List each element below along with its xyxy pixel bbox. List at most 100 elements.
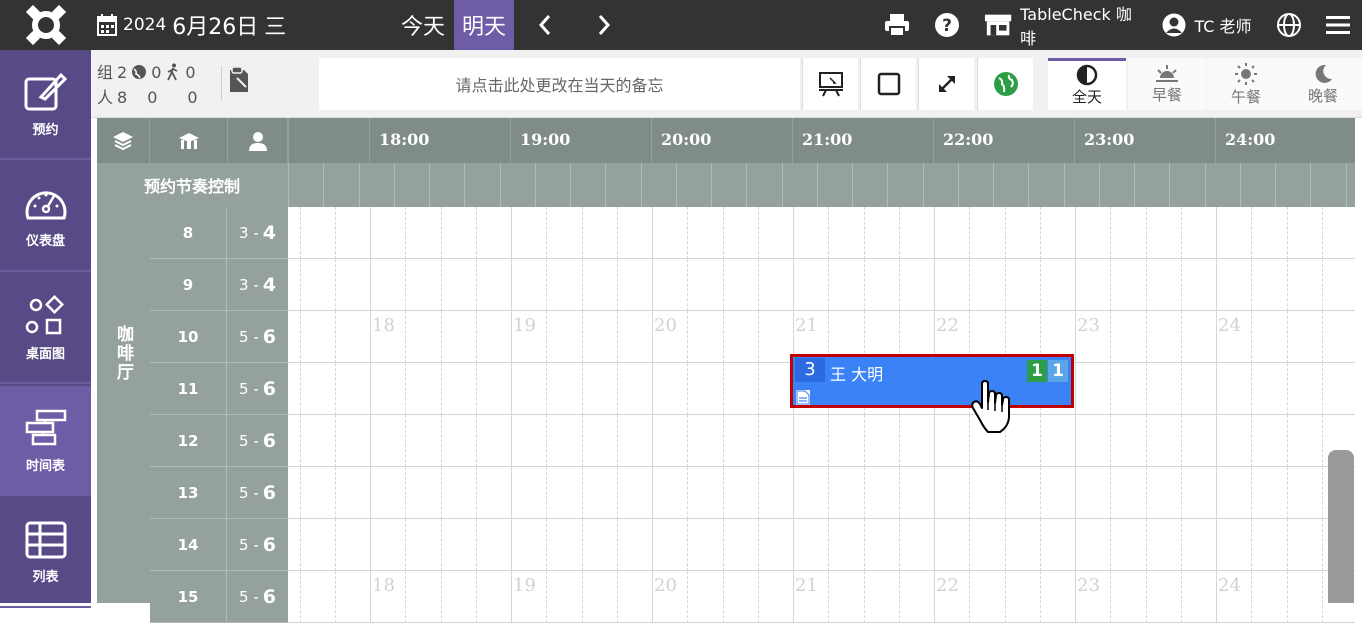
- quarter-gridline: [1180, 363, 1182, 415]
- tab-dinner[interactable]: 晚餐: [1284, 58, 1362, 110]
- reservation-guest-name: 王 大明: [830, 365, 884, 384]
- vertical-scrollbar[interactable]: [1328, 450, 1354, 603]
- sidebar-label-dashboard: 仪表盘: [25, 233, 65, 249]
- hour-gridline: [1216, 571, 1217, 623]
- quarter-gridline: [616, 415, 618, 467]
- next-day-button[interactable]: [584, 0, 624, 50]
- ghost-hour-label: 23: [1077, 315, 1100, 336]
- timeline-cells[interactable]: [288, 415, 1355, 467]
- timeline-cells[interactable]: [288, 467, 1355, 519]
- quarter-gridline: [405, 467, 407, 519]
- hour-gridline: [511, 363, 512, 415]
- quarter-gridline: [546, 571, 548, 623]
- capacity-min: 5: [239, 431, 249, 450]
- sidebar-item-dashboard[interactable]: 仪表盘: [0, 162, 91, 272]
- sidebar-item-timetable[interactable]: 时间表: [0, 386, 91, 496]
- timeline-cells[interactable]: [288, 519, 1355, 571]
- hour-gridline: [1075, 259, 1076, 311]
- sidebar-item-reservation[interactable]: 预约: [0, 50, 91, 160]
- capacity-max: 4: [262, 221, 276, 244]
- hour-divider: [1074, 118, 1075, 163]
- app-logo-icon[interactable]: [0, 0, 91, 50]
- timeline-cells[interactable]: [288, 259, 1355, 311]
- table-number[interactable]: 12: [150, 415, 227, 467]
- hour-gridline: [934, 207, 935, 259]
- checkbox-toggle-button[interactable]: [860, 58, 916, 110]
- table-capacity: 5 -6: [227, 571, 288, 623]
- table-number[interactable]: 9: [150, 259, 227, 311]
- quarter-gridline: [1321, 467, 1323, 519]
- menu-button[interactable]: [1324, 0, 1352, 50]
- help-icon: ?: [935, 13, 959, 37]
- quarter-gridline: [1145, 207, 1147, 259]
- daily-memo-input[interactable]: 请点击此处更改在当天的备忘: [319, 58, 800, 110]
- table-number[interactable]: 14: [150, 519, 227, 571]
- quarter-gridline: [687, 259, 689, 311]
- hour-gridline: [1075, 311, 1076, 363]
- capacity-column-header[interactable]: [228, 118, 288, 163]
- quarter-gridline: [969, 519, 971, 571]
- tab-lunch[interactable]: 午餐: [1207, 58, 1285, 110]
- hour-gridline: [793, 259, 794, 311]
- table-number[interactable]: 13: [150, 467, 227, 519]
- previous-day-button[interactable]: [525, 0, 565, 50]
- pace-cell-divider: [675, 163, 677, 207]
- language-button[interactable]: [1274, 0, 1304, 50]
- square-icon: [877, 72, 900, 96]
- table-number[interactable]: 15: [150, 571, 227, 623]
- user-menu[interactable]: TC 老师: [1160, 0, 1254, 50]
- print-button[interactable]: [880, 0, 914, 50]
- quarter-gridline: [334, 415, 336, 467]
- hour-label: 24:00: [1225, 130, 1276, 149]
- online-booking-button[interactable]: [977, 58, 1033, 110]
- quarter-gridline: [1110, 207, 1112, 259]
- quarter-gridline: [616, 571, 618, 623]
- memo-icon[interactable]: [221, 66, 255, 100]
- quarter-gridline: [581, 519, 583, 571]
- help-button[interactable]: ?: [930, 0, 964, 50]
- quarter-gridline: [1251, 467, 1253, 519]
- table-number[interactable]: 11: [150, 363, 227, 415]
- quarter-gridline: [828, 571, 830, 623]
- quarter-gridline: [405, 311, 407, 363]
- pace-cell-divider: [1169, 163, 1171, 207]
- quarter-gridline: [828, 519, 830, 571]
- pace-cell-divider: [852, 163, 853, 207]
- timeline-cells[interactable]: 18 19 20 21 22 23 24: [288, 571, 1355, 623]
- hour-gridline: [511, 311, 512, 363]
- table-column-header[interactable]: [150, 118, 228, 163]
- tab-label-lunch: 午餐: [1230, 87, 1261, 106]
- store-selector[interactable]: TableCheck 咖啡: [984, 0, 1140, 50]
- quarter-gridline: [722, 259, 724, 311]
- date-display[interactable]: 2024 6月26日 三: [97, 0, 286, 50]
- quarter-gridline: [1145, 519, 1147, 571]
- sidebar-item-list[interactable]: 列表: [0, 498, 91, 608]
- area-label: 咖啡厅: [113, 325, 133, 382]
- hour-divider: [792, 118, 793, 163]
- expand-button[interactable]: [918, 58, 974, 110]
- tab-all-day[interactable]: 全天: [1048, 58, 1126, 110]
- quarter-gridline: [475, 311, 477, 363]
- timeline-cells[interactable]: [288, 207, 1355, 259]
- tomorrow-button[interactable]: 明天: [454, 0, 514, 50]
- quarter-gridline: [828, 467, 830, 519]
- table-number[interactable]: 10: [150, 311, 227, 363]
- today-button[interactable]: 今天: [393, 0, 453, 50]
- ghost-hour-label: 22: [936, 315, 959, 336]
- layers-button[interactable]: [97, 118, 150, 163]
- table-number[interactable]: 8: [150, 207, 227, 259]
- quarter-gridline: [475, 571, 477, 623]
- pace-cell-divider: [993, 163, 994, 207]
- hour-label: 18:00: [379, 130, 430, 149]
- quarter-gridline: [440, 415, 442, 467]
- quarter-gridline: [334, 363, 336, 415]
- reservation-block[interactable]: 3 王 大明 1 1: [790, 354, 1074, 408]
- sidebar-item-floorplan[interactable]: 桌面图: [0, 274, 91, 384]
- quarter-gridline: [581, 415, 583, 467]
- quarter-gridline: [1004, 207, 1006, 259]
- capacity-max: 6: [262, 481, 276, 504]
- tab-breakfast[interactable]: 早餐: [1128, 58, 1206, 110]
- pace-control-row[interactable]: 预约节奏控制: [97, 163, 1355, 207]
- expand-icon: [938, 76, 955, 92]
- presentation-mode-button[interactable]: [802, 58, 858, 110]
